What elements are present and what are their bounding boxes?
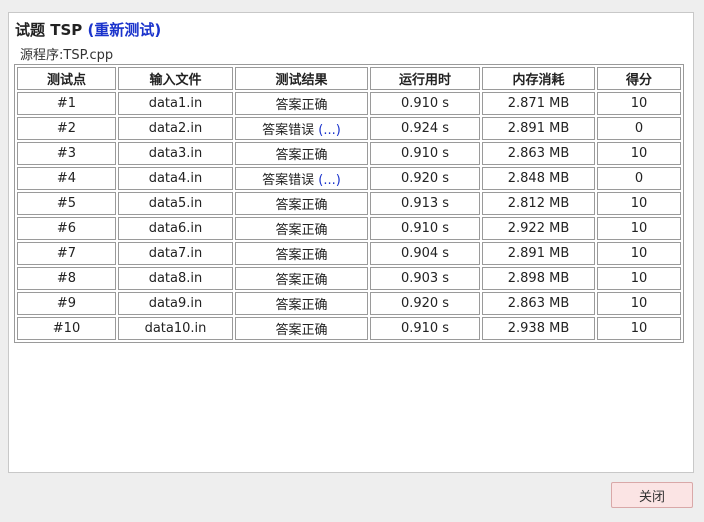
table-row: #1 data1.in 答案正确 0.910 s 2.871 MB 10 — [17, 92, 681, 115]
cell-result: 答案正确 — [235, 317, 368, 340]
cell-run-time: 0.920 s — [370, 292, 480, 315]
cell-score: 0 — [597, 167, 681, 190]
cell-memory: 2.891 MB — [482, 117, 595, 140]
cell-memory: 2.891 MB — [482, 242, 595, 265]
problem-title-row: 试题 TSP (重新测试) — [15, 19, 161, 40]
cell-test-point: #8 — [17, 267, 116, 290]
cell-score: 10 — [597, 192, 681, 215]
cell-test-point: #10 — [17, 317, 116, 340]
cell-run-time: 0.920 s — [370, 167, 480, 190]
source-file-label: 源程序:TSP.cpp — [20, 48, 114, 63]
cell-test-point: #7 — [17, 242, 116, 265]
table-row: #10 data10.in 答案正确 0.910 s 2.938 MB 10 — [17, 317, 681, 340]
cell-input-file: data9.in — [118, 292, 233, 315]
cell-result: 答案正确 — [235, 217, 368, 240]
result-text: 答案正确 — [275, 273, 328, 288]
cell-result: 答案正确 — [235, 92, 368, 115]
cell-test-point: #9 — [17, 292, 116, 315]
cell-score: 10 — [597, 267, 681, 290]
cell-result: 答案错误 (...) — [235, 117, 368, 140]
cell-result: 答案正确 — [235, 192, 368, 215]
table-row: #7 data7.in 答案正确 0.904 s 2.891 MB 10 — [17, 242, 681, 265]
result-text: 答案正确 — [275, 148, 328, 163]
cell-run-time: 0.910 s — [370, 317, 480, 340]
result-text: 答案正确 — [275, 323, 328, 338]
table-row: #8 data8.in 答案正确 0.903 s 2.898 MB 10 — [17, 267, 681, 290]
cell-memory: 2.863 MB — [482, 142, 595, 165]
cell-score: 10 — [597, 217, 681, 240]
problem-title: 试题 TSP — [15, 21, 83, 39]
cell-memory: 2.863 MB — [482, 292, 595, 315]
cell-result: 答案正确 — [235, 242, 368, 265]
result-text: 答案错误 — [262, 173, 315, 188]
cell-result: 答案正确 — [235, 267, 368, 290]
cell-memory: 2.922 MB — [482, 217, 595, 240]
cell-memory: 2.898 MB — [482, 267, 595, 290]
column-header-memory: 内存消耗 — [482, 67, 595, 90]
table-row: #2 data2.in 答案错误 (...) 0.924 s 2.891 MB 0 — [17, 117, 681, 140]
result-text: 答案正确 — [275, 248, 328, 263]
cell-input-file: data5.in — [118, 192, 233, 215]
table-row: #6 data6.in 答案正确 0.910 s 2.922 MB 10 — [17, 217, 681, 240]
cell-memory: 2.812 MB — [482, 192, 595, 215]
table-row: #9 data9.in 答案正确 0.920 s 2.863 MB 10 — [17, 292, 681, 315]
cell-result: 答案错误 (...) — [235, 167, 368, 190]
cell-test-point: #5 — [17, 192, 116, 215]
cell-result: 答案正确 — [235, 292, 368, 315]
column-header-input-file: 输入文件 — [118, 67, 233, 90]
cell-input-file: data4.in — [118, 167, 233, 190]
retest-link[interactable]: (重新测试) — [88, 21, 162, 39]
cell-memory: 2.871 MB — [482, 92, 595, 115]
cell-test-point: #4 — [17, 167, 116, 190]
cell-run-time: 0.910 s — [370, 217, 480, 240]
table-row: #3 data3.in 答案正确 0.910 s 2.863 MB 10 — [17, 142, 681, 165]
results-table: 测试点 输入文件 测试结果 运行用时 内存消耗 得分 #1 data1.in 答案正… — [14, 64, 684, 343]
table-header-row: 测试点 输入文件 测试结果 运行用时 内存消耗 得分 — [17, 67, 681, 90]
result-text: 答案正确 — [275, 198, 328, 213]
result-text: 答案正确 — [275, 298, 328, 313]
cell-input-file: data1.in — [118, 92, 233, 115]
cell-input-file: data2.in — [118, 117, 233, 140]
result-text: 答案错误 — [262, 123, 315, 138]
result-text: 答案正确 — [275, 223, 328, 238]
cell-run-time: 0.903 s — [370, 267, 480, 290]
cell-score: 10 — [597, 317, 681, 340]
cell-test-point: #6 — [17, 217, 116, 240]
cell-run-time: 0.910 s — [370, 92, 480, 115]
result-detail-link[interactable]: (...) — [318, 123, 341, 138]
cell-input-file: data10.in — [118, 317, 233, 340]
cell-input-file: data8.in — [118, 267, 233, 290]
cell-run-time: 0.904 s — [370, 242, 480, 265]
result-detail-link[interactable]: (...) — [318, 173, 341, 188]
results-table-body: #1 data1.in 答案正确 0.910 s 2.871 MB 10 #2 data2.i… — [17, 92, 681, 340]
cell-score: 10 — [597, 242, 681, 265]
cell-run-time: 0.910 s — [370, 142, 480, 165]
cell-test-point: #1 — [17, 92, 116, 115]
cell-memory: 2.938 MB — [482, 317, 595, 340]
table-row: #5 data5.in 答案正确 0.913 s 2.812 MB 10 — [17, 192, 681, 215]
cell-result: 答案正确 — [235, 142, 368, 165]
column-header-test-point: 测试点 — [17, 67, 116, 90]
cell-score: 0 — [597, 117, 681, 140]
column-header-run-time: 运行用时 — [370, 67, 480, 90]
cell-memory: 2.848 MB — [482, 167, 595, 190]
cell-score: 10 — [597, 292, 681, 315]
cell-run-time: 0.924 s — [370, 117, 480, 140]
result-panel: 试题 TSP (重新测试) 源程序:TSP.cpp 测试点 输入文件 测试结果 … — [8, 12, 694, 473]
result-text: 答案正确 — [275, 98, 328, 113]
cell-test-point: #3 — [17, 142, 116, 165]
cell-score: 10 — [597, 92, 681, 115]
cell-test-point: #2 — [17, 117, 116, 140]
table-row: #4 data4.in 答案错误 (...) 0.920 s 2.848 MB 0 — [17, 167, 681, 190]
cell-input-file: data3.in — [118, 142, 233, 165]
cell-input-file: data7.in — [118, 242, 233, 265]
close-button[interactable]: 关闭 — [611, 482, 693, 508]
cell-score: 10 — [597, 142, 681, 165]
cell-input-file: data6.in — [118, 217, 233, 240]
cell-run-time: 0.913 s — [370, 192, 480, 215]
column-header-result: 测试结果 — [235, 67, 368, 90]
column-header-score: 得分 — [597, 67, 681, 90]
